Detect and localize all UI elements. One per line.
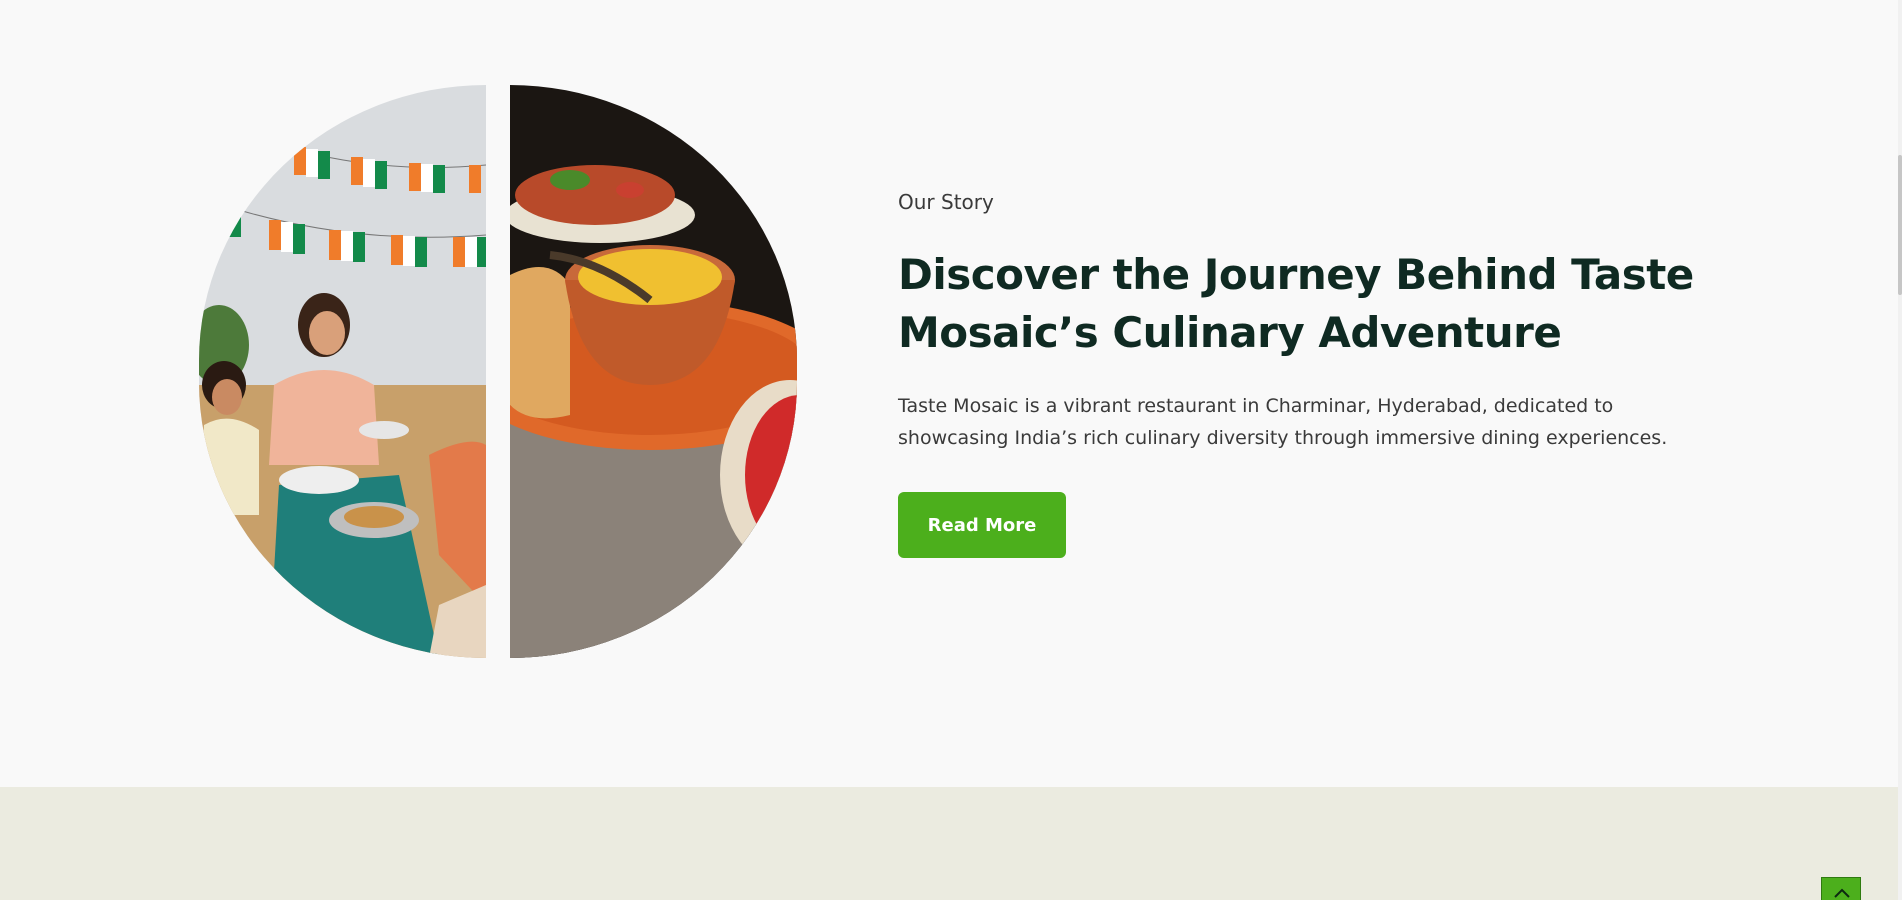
family-dining-image xyxy=(199,85,486,658)
chevron-up-icon xyxy=(1834,888,1850,898)
indian-dishes-image xyxy=(510,85,797,658)
section-headline: Discover the Journey Behind Taste Mosaic… xyxy=(898,250,1694,357)
next-section xyxy=(0,787,1898,900)
story-text-block: Our Story Discover the Journey Behind Ta… xyxy=(898,187,1698,558)
section-description: Taste Mosaic is a vibrant restaurant in … xyxy=(898,395,1668,449)
page: Our Story Discover the Journey Behind Ta… xyxy=(0,0,1902,900)
story-image-circle xyxy=(199,85,797,658)
scrollbar-thumb[interactable] xyxy=(1898,155,1902,295)
back-to-top-button[interactable] xyxy=(1821,877,1861,900)
section-eyebrow: Our Story xyxy=(898,190,994,214)
read-more-button[interactable]: Read More xyxy=(898,492,1066,558)
content-area: Our Story Discover the Journey Behind Ta… xyxy=(0,0,1898,900)
page-scrollbar[interactable] xyxy=(1898,0,1902,900)
our-story-section: Our Story Discover the Journey Behind Ta… xyxy=(0,0,1898,787)
